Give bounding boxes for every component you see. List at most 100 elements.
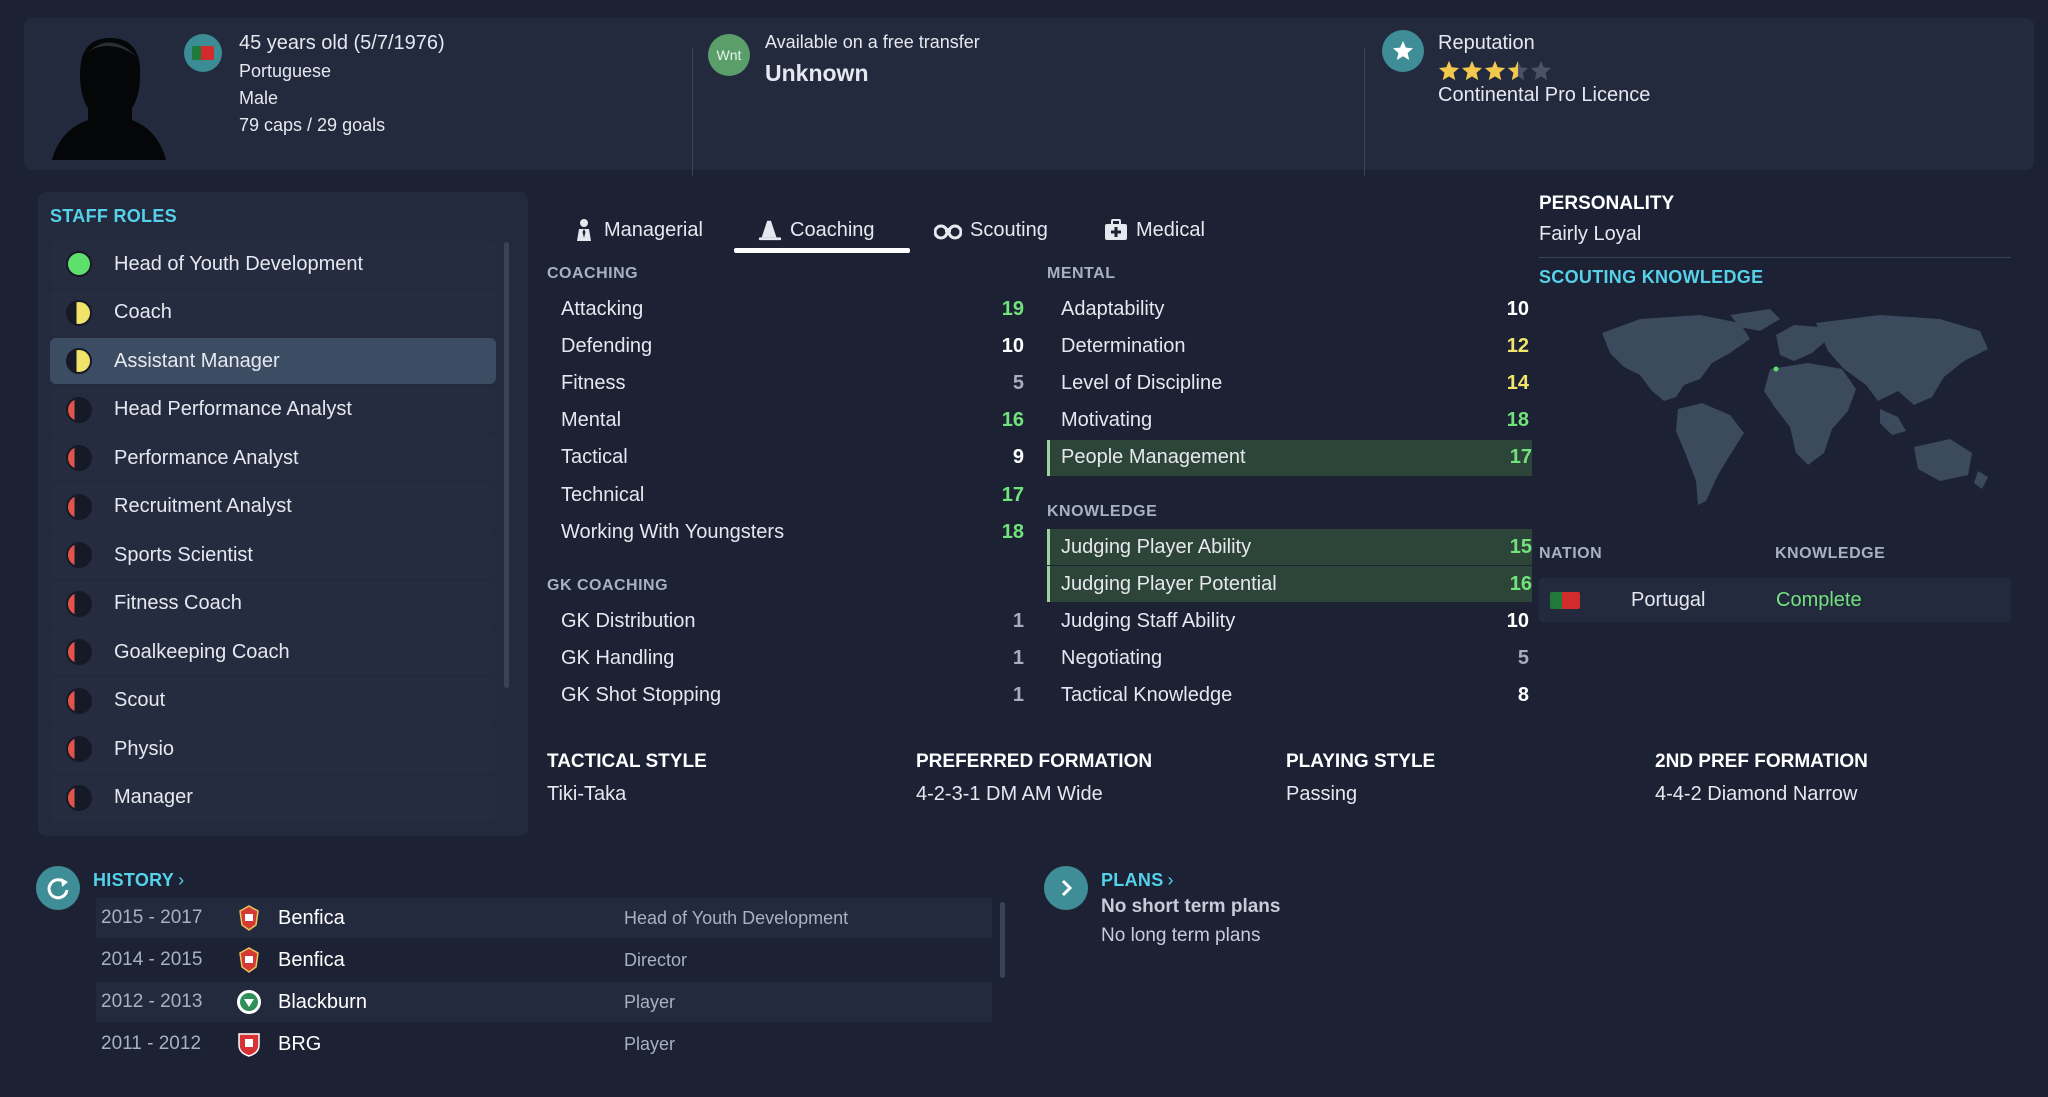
- scouting-knowledge-title: SCOUTING KNOWLEDGE: [1539, 267, 1764, 287]
- attribute-row[interactable]: Judging Staff Ability 10: [1047, 603, 1529, 639]
- staff-role-item[interactable]: Sports Scientist: [50, 532, 496, 578]
- coaching-header: COACHING: [547, 265, 639, 282]
- history-club[interactable]: Benfica: [278, 949, 345, 972]
- attribute-value: 16: [1001, 409, 1024, 432]
- scouting-row[interactable]: Portugal Complete: [1539, 578, 2011, 622]
- attribute-row[interactable]: Mental 16: [547, 403, 1024, 439]
- staff-role-item[interactable]: Goalkeeping Coach: [50, 629, 496, 675]
- personality-value: Fairly Loyal: [1539, 223, 1642, 245]
- staff-role-label: Fitness Coach: [114, 592, 242, 614]
- world-map[interactable]: [1580, 305, 2000, 515]
- staff-role-item[interactable]: Scout: [50, 677, 496, 724]
- attribute-row[interactable]: Defending 10: [547, 328, 1024, 364]
- staff-roles-title: STAFF ROLES: [50, 206, 177, 226]
- transfer-value: Unknown: [765, 60, 869, 86]
- medical-kit-icon: [1104, 218, 1128, 242]
- attribute-value: 18: [1506, 409, 1529, 432]
- reputation-label: Reputation: [1438, 32, 1535, 54]
- history-row[interactable]: 2012 - 2013 Blackburn Player: [96, 982, 992, 1022]
- attribute-name: Defending: [561, 334, 653, 357]
- staff-role-label: Head Performance Analyst: [114, 398, 352, 420]
- attribute-value: 15: [1509, 535, 1532, 558]
- staff-role-item[interactable]: Manager: [50, 774, 496, 821]
- attribute-row[interactable]: Judging Player Potential 16: [1047, 566, 1532, 603]
- attribute-row[interactable]: People Management 17: [1047, 439, 1532, 476]
- tab-managerial[interactable]: Managerial: [572, 204, 703, 256]
- staff-role-label: Sports Scientist: [114, 543, 253, 566]
- attribute-row[interactable]: Level of Discipline 14: [1047, 365, 1529, 401]
- attribute-row[interactable]: GK Shot Stopping 1: [547, 677, 1024, 713]
- history-icon-button[interactable]: [36, 866, 80, 910]
- age-dob: 45 years old (5/7/1976): [239, 32, 445, 54]
- staff-role-item[interactable]: Coach: [50, 289, 496, 336]
- attribute-row[interactable]: GK Distribution 1: [547, 603, 1024, 639]
- attribute-name: GK Handling: [561, 646, 675, 669]
- reputation-stars: [1438, 60, 1552, 86]
- staff-role-item[interactable]: Performance Analyst: [50, 435, 496, 481]
- history-club[interactable]: Blackburn: [278, 991, 367, 1014]
- attribute-row[interactable]: GK Handling 1: [547, 640, 1024, 676]
- attribute-row[interactable]: Attacking 19: [547, 291, 1024, 327]
- star-icon: [1438, 60, 1460, 86]
- tab-scouting[interactable]: Scouting: [934, 204, 1048, 256]
- attribute-row[interactable]: Determination 12: [1047, 328, 1529, 364]
- second-formation-header: 2ND PREF FORMATION: [1655, 751, 1868, 772]
- history-years: 2011 - 2012: [101, 1033, 202, 1054]
- reputation-icon: [1382, 30, 1424, 72]
- attribute-value: 18: [1001, 520, 1024, 543]
- attribute-row[interactable]: Judging Player Ability 15: [1047, 529, 1532, 565]
- staff-role-item[interactable]: Physio: [50, 726, 496, 772]
- attribute-row[interactable]: Technical 17: [547, 477, 1024, 513]
- staff-role-label: Head of Youth Development: [114, 252, 364, 275]
- gk-coaching-header: GK COACHING: [547, 577, 669, 594]
- roles-scrollbar[interactable]: [504, 242, 509, 688]
- tactical-style-value: Tiki-Taka: [547, 783, 627, 805]
- history-row[interactable]: 2014 - 2015 Benfica Director: [96, 940, 992, 980]
- history-years: 2012 - 2013: [101, 991, 203, 1012]
- attribute-name: Motivating: [1061, 409, 1153, 432]
- staff-role-label: Coach: [114, 301, 172, 323]
- role-suitability-icon: [66, 639, 92, 665]
- attribute-name: Tactical: [561, 446, 628, 469]
- tab-label: Coaching: [790, 218, 875, 241]
- attribute-value: 5: [1517, 647, 1529, 670]
- attribute-row[interactable]: Tactical 9: [547, 440, 1024, 476]
- tab-medical[interactable]: Medical: [1104, 204, 1205, 256]
- attribute-name: Tactical Knowledge: [1061, 684, 1233, 707]
- staff-role-item[interactable]: Assistant Manager: [50, 338, 496, 384]
- staff-role-item[interactable]: Head Performance Analyst: [50, 386, 496, 433]
- staff-avatar: [52, 38, 166, 160]
- attribute-row[interactable]: Motivating 18: [1047, 403, 1529, 439]
- staff-role-item[interactable]: Recruitment Analyst: [50, 483, 496, 530]
- attribute-row[interactable]: Fitness 5: [547, 365, 1024, 401]
- history-scrollbar[interactable]: [1000, 902, 1005, 978]
- attribute-name: GK Shot Stopping: [561, 683, 722, 706]
- attribute-value: 17: [1001, 483, 1024, 506]
- attribute-row[interactable]: Working With Youngsters 18: [547, 514, 1024, 550]
- transfer-status: Available on a free transfer: [765, 32, 980, 52]
- plans-icon-button[interactable]: [1044, 866, 1088, 910]
- attribute-name: Attacking: [561, 297, 644, 320]
- history-row[interactable]: 2015 - 2017 Benfica Head of Youth Developm…: [96, 898, 992, 938]
- staff-role-label: Physio: [114, 737, 175, 760]
- history-club[interactable]: Benfica: [278, 907, 345, 930]
- knowledge-header: KNOWLEDGE: [1047, 503, 1158, 520]
- plans-link[interactable]: PLANS ›: [1101, 870, 1174, 891]
- attribute-row[interactable]: Negotiating 5: [1047, 641, 1529, 677]
- history-years: 2014 - 2015: [101, 949, 203, 970]
- attribute-name: Determination: [1061, 334, 1186, 357]
- attribute-name: Fitness: [561, 371, 626, 394]
- history-row[interactable]: 2011 - 2012 BRG Player: [96, 1024, 992, 1064]
- history-club[interactable]: BRG: [278, 1033, 321, 1056]
- playing-style-header: PLAYING STYLE: [1286, 751, 1436, 772]
- attribute-row[interactable]: Tactical Knowledge 8: [1047, 678, 1529, 714]
- mental-header: MENTAL: [1047, 265, 1116, 282]
- history-link[interactable]: HISTORY ›: [93, 870, 184, 891]
- role-suitability-icon: [66, 784, 92, 811]
- attribute-row[interactable]: Adaptability 10: [1047, 291, 1529, 327]
- role-suitability-icon: [66, 348, 92, 374]
- tactical-style-header: TACTICAL STYLE: [547, 751, 707, 772]
- staff-role-item[interactable]: Fitness Coach: [50, 580, 496, 627]
- nationality: Portuguese: [239, 61, 332, 81]
- staff-role-item[interactable]: Head of Youth Development: [50, 241, 496, 287]
